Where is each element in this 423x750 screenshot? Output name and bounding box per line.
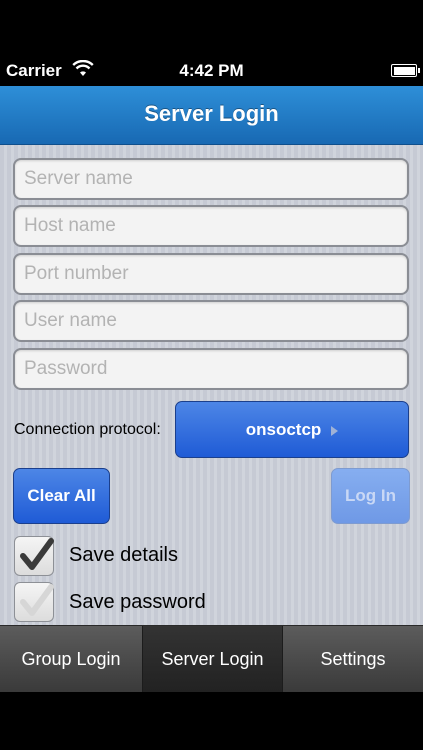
checkmark-faded-icon [20,584,54,616]
port-number-field[interactable] [13,253,409,295]
save-password-label: Save password [69,591,206,613]
save-details-checkbox[interactable] [14,536,54,576]
navigation-bar: Server Login [0,86,423,145]
connection-protocol-button[interactable]: onsoctcp [175,401,409,458]
screen: Carrier 4:42 PM Server Login Connection … [0,0,423,750]
page-title: Server Login [144,101,279,126]
save-details-label: Save details [69,544,178,566]
connection-protocol-label: Connection protocol: [14,421,161,438]
battery-icon [391,64,420,77]
save-password-checkbox[interactable] [14,582,54,622]
password-field[interactable] [13,348,409,390]
checkmark-icon [20,538,54,570]
clear-all-button[interactable]: Clear All [13,468,110,524]
tab-settings[interactable]: Settings [283,626,423,692]
status-bar: Carrier 4:42 PM [0,56,423,86]
login-form: Connection protocol: onsoctcp Clear All … [0,145,423,625]
connection-protocol-value: onsoctcp [245,420,322,439]
status-time: 4:42 PM [179,61,244,80]
user-name-field[interactable] [13,300,409,342]
tab-group-login[interactable]: Group Login [0,626,142,692]
tab-server-login[interactable]: Server Login [142,626,283,692]
tab-bar: Group Login Server Login Settings [0,625,423,692]
chevron-right-icon [331,425,339,436]
server-name-field[interactable] [13,158,409,200]
host-name-field[interactable] [13,205,409,247]
log-in-button[interactable]: Log In [331,468,410,524]
